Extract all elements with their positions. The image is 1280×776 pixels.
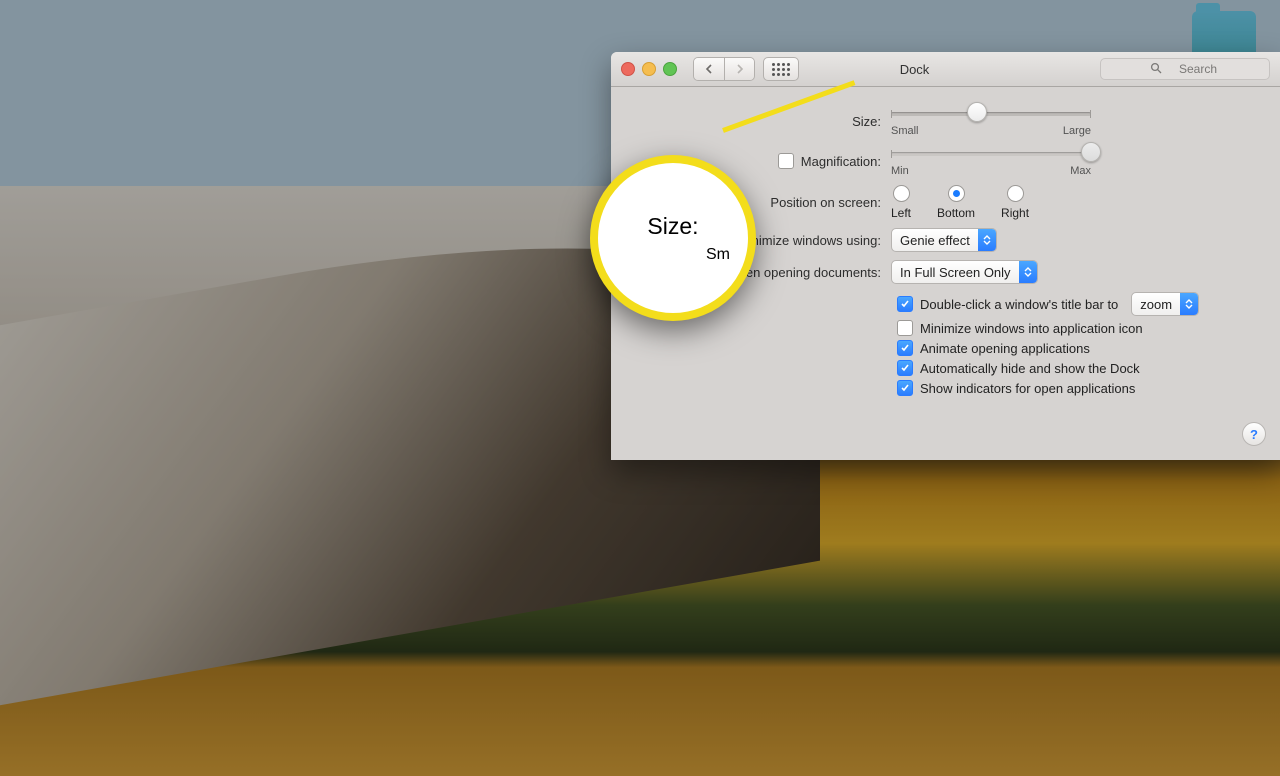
position-bottom-radio[interactable]	[948, 185, 965, 202]
search-input[interactable]	[1100, 58, 1270, 80]
callout-magnifier: Size: Sm	[590, 155, 756, 321]
position-bottom-label: Bottom	[937, 206, 975, 220]
autohide-checkbox[interactable]	[897, 360, 913, 376]
autohide-label: Automatically hide and show the Dock	[920, 361, 1140, 376]
search-field-wrap	[1100, 58, 1270, 80]
magnification-checkbox[interactable]	[778, 153, 794, 169]
dropdown-arrows-icon	[1019, 261, 1037, 283]
help-button[interactable]: ?	[1242, 422, 1266, 446]
callout-sub-text: Sm	[706, 246, 730, 264]
minimize-using-dropdown[interactable]: Genie effect	[891, 228, 997, 252]
magnification-max-label: Max	[1070, 165, 1091, 177]
position-radio-group: Left Bottom Right	[891, 185, 1029, 220]
magnification-slider[interactable]	[891, 145, 1091, 163]
magnification-min-label: Min	[891, 165, 909, 177]
minimize-using-value: Genie effect	[892, 233, 978, 248]
search-icon	[1150, 62, 1162, 77]
prefer-tabs-value: In Full Screen Only	[892, 265, 1019, 280]
double-click-action-dropdown[interactable]: zoom	[1131, 292, 1199, 316]
double-click-action-value: zoom	[1132, 297, 1180, 312]
size-max-label: Large	[1063, 125, 1091, 137]
zoom-window-button[interactable]	[663, 62, 677, 76]
back-button[interactable]	[694, 58, 724, 80]
minimize-window-button[interactable]	[642, 62, 656, 76]
window-title: Dock	[807, 62, 1022, 77]
prefer-tabs-dropdown[interactable]: In Full Screen Only	[891, 260, 1038, 284]
minimize-into-icon-label: Minimize windows into application icon	[920, 321, 1143, 336]
dropdown-arrows-icon	[978, 229, 996, 251]
animate-label: Animate opening applications	[920, 341, 1090, 356]
forward-button[interactable]	[724, 58, 754, 80]
minimize-into-icon-checkbox[interactable]	[897, 320, 913, 336]
dropdown-arrows-icon	[1180, 293, 1198, 315]
callout-big-text: Size:	[647, 213, 698, 240]
indicators-label: Show indicators for open applications	[920, 381, 1135, 396]
animate-checkbox[interactable]	[897, 340, 913, 356]
position-right-label: Right	[1001, 206, 1029, 220]
double-click-checkbox[interactable]	[897, 296, 913, 312]
double-click-label: Double-click a window's title bar to	[920, 297, 1118, 312]
traffic-lights	[621, 62, 677, 76]
size-slider[interactable]	[891, 105, 1091, 123]
magnification-label: Magnification:	[801, 154, 881, 169]
position-left-radio[interactable]	[893, 185, 910, 202]
window-titlebar[interactable]: Dock	[611, 52, 1280, 87]
position-right-radio[interactable]	[1007, 185, 1024, 202]
nav-back-forward	[693, 57, 755, 81]
size-min-label: Small	[891, 125, 919, 137]
show-all-prefs-button[interactable]	[763, 57, 799, 81]
position-left-label: Left	[891, 206, 911, 220]
close-window-button[interactable]	[621, 62, 635, 76]
indicators-checkbox[interactable]	[897, 380, 913, 396]
